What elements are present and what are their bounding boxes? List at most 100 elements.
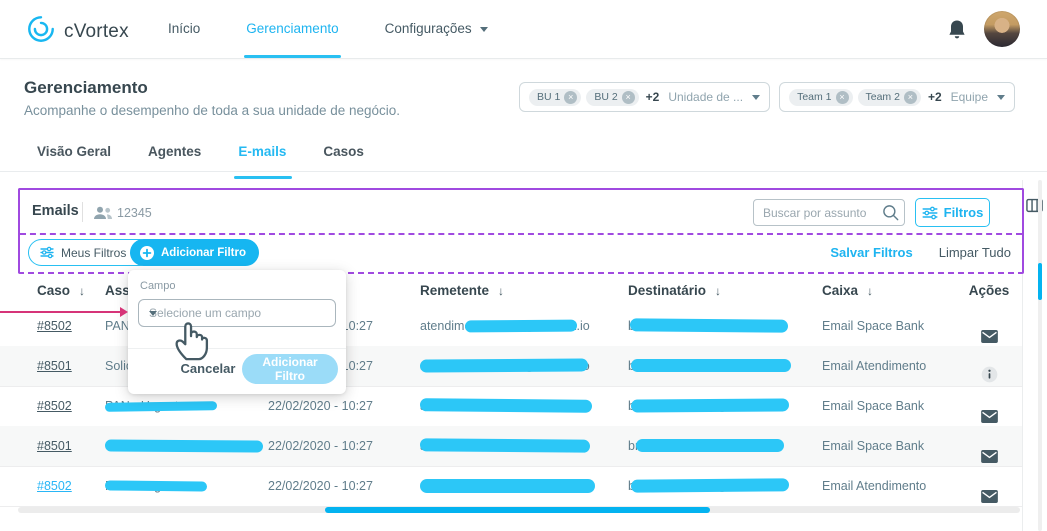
tab-visao-geral[interactable]: Visão Geral [37, 140, 111, 171]
redaction-scribble [420, 398, 592, 413]
chevron-down-icon [752, 95, 760, 100]
search-box [753, 199, 905, 226]
tab-emails[interactable]: E-mails [238, 140, 286, 171]
confirm-add-filter-button[interactable]: Adicionar Filtro [242, 354, 338, 384]
filter-actions: Salvar Filtros Limpar Tudo [830, 245, 1011, 260]
cancel-button[interactable]: Cancelar [168, 354, 248, 384]
save-filters-link[interactable]: Salvar Filtros [830, 245, 912, 260]
table-row[interactable]: #8502 PAN - Urgente 22/02/2020 - 10:27 a… [0, 466, 1022, 507]
chevron-down-icon [480, 27, 488, 32]
mail-icon[interactable] [981, 479, 998, 506]
case-link[interactable]: #8501 [37, 439, 72, 453]
chip-team1: Team 1× [789, 89, 852, 106]
horizontal-scrollbar[interactable] [18, 507, 1020, 513]
sort-desc-icon[interactable]: ↓ [867, 284, 873, 298]
brand-logo[interactable]: cVortex [26, 14, 129, 49]
field-select[interactable]: Selecione um campo [138, 299, 336, 327]
case-link[interactable]: #8502 [37, 479, 72, 493]
vertical-scrollbar[interactable] [1038, 180, 1042, 531]
field-label: Campo [140, 280, 175, 292]
sort-desc-icon[interactable]: ↓ [79, 284, 85, 298]
chip-bu1: BU 1× [529, 89, 581, 106]
card-right-edge [1022, 180, 1023, 531]
redaction-scribble [420, 438, 590, 452]
info-icon[interactable] [981, 359, 998, 386]
clear-all-link[interactable]: Limpar Tudo [939, 245, 1011, 260]
remove-chip-icon[interactable]: × [836, 91, 849, 104]
cell-destinatario: brannheiromero@cvortex.io [628, 386, 813, 426]
redaction-scribble [465, 320, 577, 333]
tab-casos[interactable]: Casos [323, 140, 364, 171]
cell-data: 22/02/2020 - 10:27 [268, 466, 398, 506]
horizontal-scrollbar-thumb[interactable] [325, 507, 710, 513]
redaction-scribble [631, 359, 791, 372]
sort-desc-icon[interactable]: ↓ [715, 284, 721, 298]
cell-caixa: Email Space Bank [822, 306, 957, 346]
team-select[interactable]: Team 1× Team 2× +2 Equipe [779, 82, 1015, 112]
page-subtitle: Acompanhe o desempenho de toda a sua uni… [24, 103, 400, 118]
top-navbar: cVortex Início Gerenciamento Configuraçõ… [0, 0, 1047, 59]
more-count: +2 [646, 90, 660, 104]
cell-caixa: Email Space Bank [822, 426, 957, 466]
select-label: Unidade de ... [668, 90, 743, 104]
remove-chip-icon[interactable]: × [622, 91, 635, 104]
main-nav: Início Gerenciamento Configurações [168, 0, 488, 58]
chip-team2: Team 2× [858, 89, 921, 106]
divider [128, 348, 346, 349]
redaction-scribble [420, 358, 588, 372]
table-row[interactable]: #8501 22/02/2020 - 10:27 atendimentocall… [0, 426, 1022, 467]
select-label: Equipe [951, 90, 988, 104]
tab-agentes[interactable]: Agentes [148, 140, 201, 171]
add-filter-popup: Campo Selecione um campo Cancelar Adicio… [128, 270, 346, 394]
add-filter-button[interactable]: Adicionar Filtro [130, 239, 259, 266]
business-unit-select[interactable]: BU 1× BU 2× +2 Unidade de ... [519, 82, 770, 112]
column-header-remetente[interactable]: Remetente↓ [420, 276, 615, 306]
redaction-scribble [420, 479, 595, 493]
case-link[interactable]: #8502 [37, 399, 72, 413]
column-header-caso[interactable]: Caso↓ [37, 276, 97, 306]
remove-chip-icon[interactable]: × [904, 91, 917, 104]
remove-chip-icon[interactable]: × [564, 91, 577, 104]
redaction-scribble [105, 439, 263, 452]
mail-icon[interactable] [981, 439, 998, 466]
annotation-arrow-line [0, 311, 120, 313]
divider [82, 202, 83, 222]
column-header-destinatario[interactable]: Destinatário↓ [628, 276, 813, 306]
vertical-scrollbar-thumb[interactable] [1038, 263, 1042, 300]
mail-icon[interactable] [981, 319, 998, 346]
page-title: Gerenciamento [24, 78, 148, 98]
sort-desc-icon[interactable]: ↓ [498, 284, 504, 298]
search-input[interactable] [753, 199, 905, 226]
redaction-scribble [631, 398, 789, 412]
brand-name: cVortex [64, 21, 129, 43]
emails-section-title: Emails [32, 203, 79, 219]
cell-remetente: atendimentocallink@cvortex.io [420, 466, 615, 506]
cell-data: 22/02/2020 - 10:27 [268, 426, 398, 466]
section-tabs: Visão Geral Agentes E-mails Casos [0, 140, 1047, 172]
more-count: +2 [928, 90, 942, 104]
nav-item-gerenciamento[interactable]: Gerenciamento [246, 0, 338, 58]
case-link[interactable]: #8501 [37, 359, 72, 373]
notifications-bell-icon[interactable] [948, 19, 966, 45]
cell-destinatario: brannheiromero@cvortex.io [628, 426, 813, 466]
chevron-down-icon [149, 311, 157, 316]
case-link[interactable]: #8502 [37, 319, 72, 333]
plus-circle-icon [139, 245, 155, 261]
user-avatar[interactable] [984, 11, 1020, 47]
scope-filters: BU 1× BU 2× +2 Unidade de ... Team 1× Te… [519, 82, 1015, 112]
redaction-scribble [105, 480, 207, 491]
nav-item-configuracoes[interactable]: Configurações [385, 0, 488, 58]
cell-destinatario: brannheiromero@cvortex.io [628, 346, 813, 386]
mail-icon[interactable] [981, 399, 998, 426]
chip-bu2: BU 2× [586, 89, 638, 106]
column-header-caixa[interactable]: Caixa↓ [822, 276, 957, 306]
sliders-icon [922, 206, 938, 220]
cell-remetente: atendimentocallink@cvortex.io [420, 346, 615, 386]
redaction-scribble [105, 401, 217, 412]
cell-assunto [105, 426, 265, 466]
filters-button[interactable]: Filtros [915, 198, 990, 227]
nav-item-inicio[interactable]: Início [168, 0, 200, 58]
redaction-scribble [636, 439, 784, 452]
chevron-down-icon [997, 95, 1005, 100]
cell-remetente: atendimentocallink@cvortex.io [420, 386, 615, 426]
